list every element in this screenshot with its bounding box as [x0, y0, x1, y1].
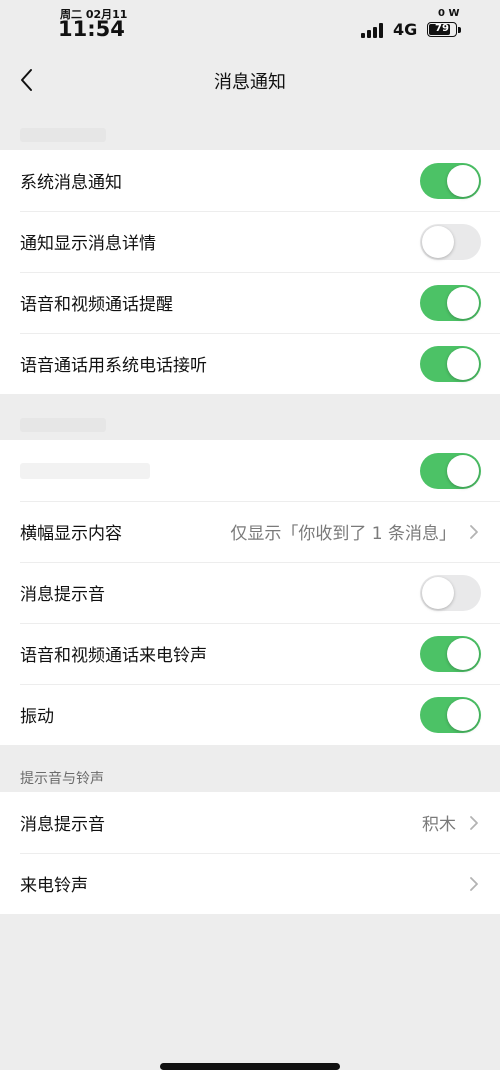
settings-group-notifications: 系统消息通知 通知显示消息详情 语音和视频通话提醒 语音通话用系统电话接听: [0, 150, 500, 394]
section-header-blurred: [20, 128, 106, 142]
toggle-knob: [422, 225, 454, 258]
page-title: 消息通知: [214, 72, 286, 93]
battery-cap: [458, 27, 461, 33]
blurred-setting-toggle[interactable]: [420, 452, 481, 489]
section-title-sounds: 提示音与铃声: [20, 771, 104, 787]
status-time: 11:54: [58, 17, 125, 41]
row-label: 语音通话用系统电话接听: [20, 356, 207, 376]
settings-row-call-reminder: 语音和视频通话提醒: [0, 272, 500, 333]
row-label: 振动: [20, 707, 54, 727]
show-details-toggle[interactable]: [420, 223, 481, 260]
battery-level: 79: [435, 23, 449, 34]
settings-group-sounds: 消息提示音 积木 来电铃声: [0, 792, 500, 914]
vibration-toggle[interactable]: [420, 696, 481, 733]
row-label: 消息提示音: [20, 585, 105, 605]
toggle-knob: [422, 576, 454, 609]
signal-icon: [361, 22, 387, 38]
row-label: 横幅显示内容: [20, 524, 122, 544]
row-value: 仅显示「你收到了 1 条消息」: [230, 524, 456, 544]
message-sound-toggle[interactable]: [420, 574, 481, 611]
call-ringtone-toggle[interactable]: [420, 635, 481, 672]
toggle-knob: [447, 454, 479, 487]
network-type: 4G: [393, 20, 418, 39]
settings-row-show-details: 通知显示消息详情: [0, 211, 500, 272]
call-reminder-toggle[interactable]: [420, 284, 481, 321]
settings-row-message-tone[interactable]: 消息提示音 积木: [0, 792, 500, 853]
chevron-right-icon: [470, 524, 478, 539]
settings-group-in-app: 横幅显示内容 仅显示「你收到了 1 条消息」 消息提示音 语音和视频通话来电铃声…: [0, 440, 500, 745]
row-value: 积木: [422, 815, 456, 835]
settings-row-system-notifications: 系统消息通知: [0, 150, 500, 211]
row-label: 消息提示音: [20, 815, 105, 835]
settings-row-blurred: [0, 440, 500, 501]
row-label: 系统消息通知: [20, 173, 122, 193]
system-notifications-toggle[interactable]: [420, 162, 481, 199]
toggle-knob: [447, 698, 479, 731]
toggle-knob: [447, 637, 479, 670]
settings-row-banner-content[interactable]: 横幅显示内容 仅显示「你收到了 1 条消息」: [0, 501, 500, 562]
row-label: 来电铃声: [20, 876, 88, 896]
settings-row-system-phone-answer: 语音通话用系统电话接听: [0, 333, 500, 394]
status-bar: 周二 02月11 11:54 0 W 4G 79: [0, 0, 500, 48]
chevron-right-icon: [470, 876, 478, 891]
section-header-blurred: [20, 418, 106, 432]
row-label: 语音和视频通话来电铃声: [20, 646, 207, 666]
system-phone-answer-toggle[interactable]: [420, 345, 481, 382]
settings-row-call-ringtone: 语音和视频通话来电铃声: [0, 623, 500, 684]
chevron-right-icon: [470, 815, 478, 830]
toggle-knob: [447, 347, 479, 380]
settings-row-ringtone[interactable]: 来电铃声: [0, 853, 500, 914]
toggle-knob: [447, 164, 479, 197]
blurred-label: [20, 462, 150, 479]
nav-bar: 消息通知: [0, 48, 500, 114]
battery-icon: 79: [427, 22, 457, 37]
status-power: 0 W: [438, 8, 460, 19]
row-label: 语音和视频通话提醒: [20, 295, 173, 315]
settings-row-message-sound: 消息提示音: [0, 562, 500, 623]
home-indicator: [160, 1063, 340, 1070]
toggle-knob: [447, 286, 479, 319]
settings-row-vibration: 振动: [0, 684, 500, 745]
row-label: 通知显示消息详情: [20, 234, 156, 254]
